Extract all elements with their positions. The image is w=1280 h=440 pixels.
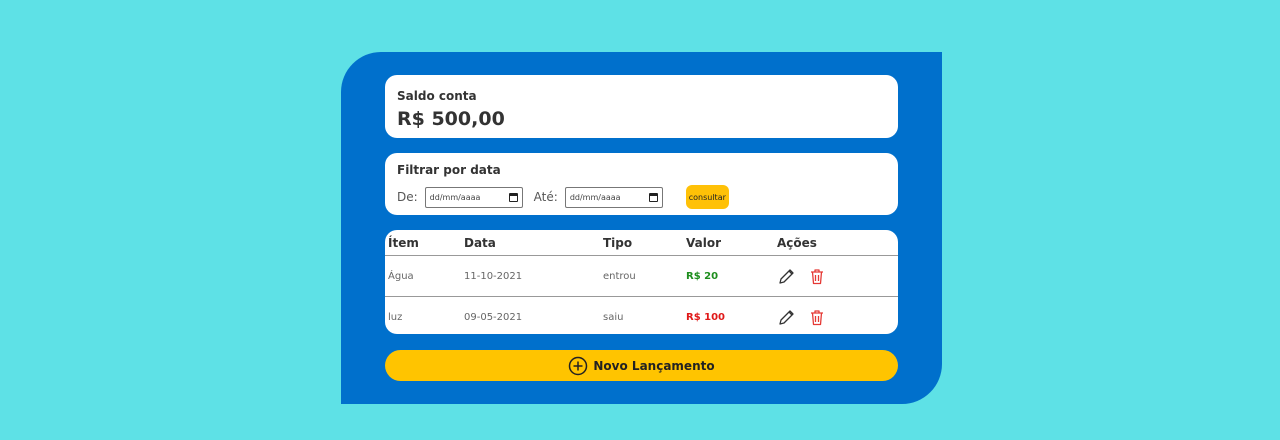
row-item: luz — [388, 311, 403, 323]
consult-button[interactable]: consultar — [685, 185, 729, 209]
value-income: R$ 20 — [686, 270, 719, 282]
balance-value: R$ 500,00 — [397, 108, 505, 130]
plus-circle-icon — [568, 356, 588, 376]
table-row: luz 09-05-2021 saiu R$ 100 — [385, 297, 898, 334]
delete-trash-icon[interactable] — [808, 267, 826, 285]
calendar-icon[interactable] — [508, 192, 518, 202]
row-valor: R$ 100 — [686, 297, 725, 334]
row-tipo: saiu — [603, 311, 624, 323]
filter-label: Filtrar por data — [397, 163, 501, 177]
from-date-input[interactable]: dd/mm/aaaa — [424, 186, 523, 208]
row-data: 09-05-2021 — [464, 311, 523, 323]
to-label: Até: — [533, 190, 558, 204]
table-header: Ítem Data Tipo Valor Ações — [385, 230, 898, 256]
delete-trash-icon[interactable] — [808, 308, 826, 326]
edit-pencil-icon[interactable] — [777, 267, 795, 285]
header-valor: Valor — [686, 235, 722, 250]
balance-label: Saldo conta — [397, 89, 477, 103]
table-row: Água 11-10-2021 entrou R$ 20 — [385, 256, 898, 297]
header-data: Data — [464, 235, 496, 250]
from-label: De: — [397, 190, 418, 204]
header-tipo: Tipo — [603, 235, 633, 250]
calendar-icon[interactable] — [648, 192, 658, 202]
balance-card: Saldo conta R$ 500,00 — [385, 75, 898, 138]
row-actions — [777, 297, 839, 334]
row-actions — [777, 256, 839, 296]
row-data: 11-10-2021 — [464, 270, 523, 282]
header-item: Ítem — [388, 235, 419, 250]
to-date-input[interactable]: dd/mm/aaaa — [564, 186, 663, 208]
new-entry-label: Novo Lançamento — [593, 358, 715, 373]
transactions-table: Ítem Data Tipo Valor Ações Água 11-10-20… — [385, 230, 898, 334]
edit-pencil-icon[interactable] — [777, 308, 795, 326]
row-valor: R$ 20 — [686, 256, 718, 296]
filter-card: Filtrar por data De: dd/mm/aaaa Até: dd/… — [385, 153, 898, 215]
to-date-placeholder: dd/mm/aaaa — [569, 192, 621, 202]
header-acoes: Ações — [777, 235, 817, 250]
value-expense: R$ 100 — [686, 311, 726, 323]
row-tipo: entrou — [603, 270, 636, 282]
filter-row: De: dd/mm/aaaa Até: dd/mm/aaaa consultar — [397, 185, 886, 209]
new-entry-button[interactable]: Novo Lançamento — [385, 350, 898, 381]
row-item: Água — [388, 270, 414, 282]
from-date-placeholder: dd/mm/aaaa — [429, 192, 481, 202]
main-panel: Saldo conta R$ 500,00 Filtrar por data D… — [341, 52, 942, 404]
